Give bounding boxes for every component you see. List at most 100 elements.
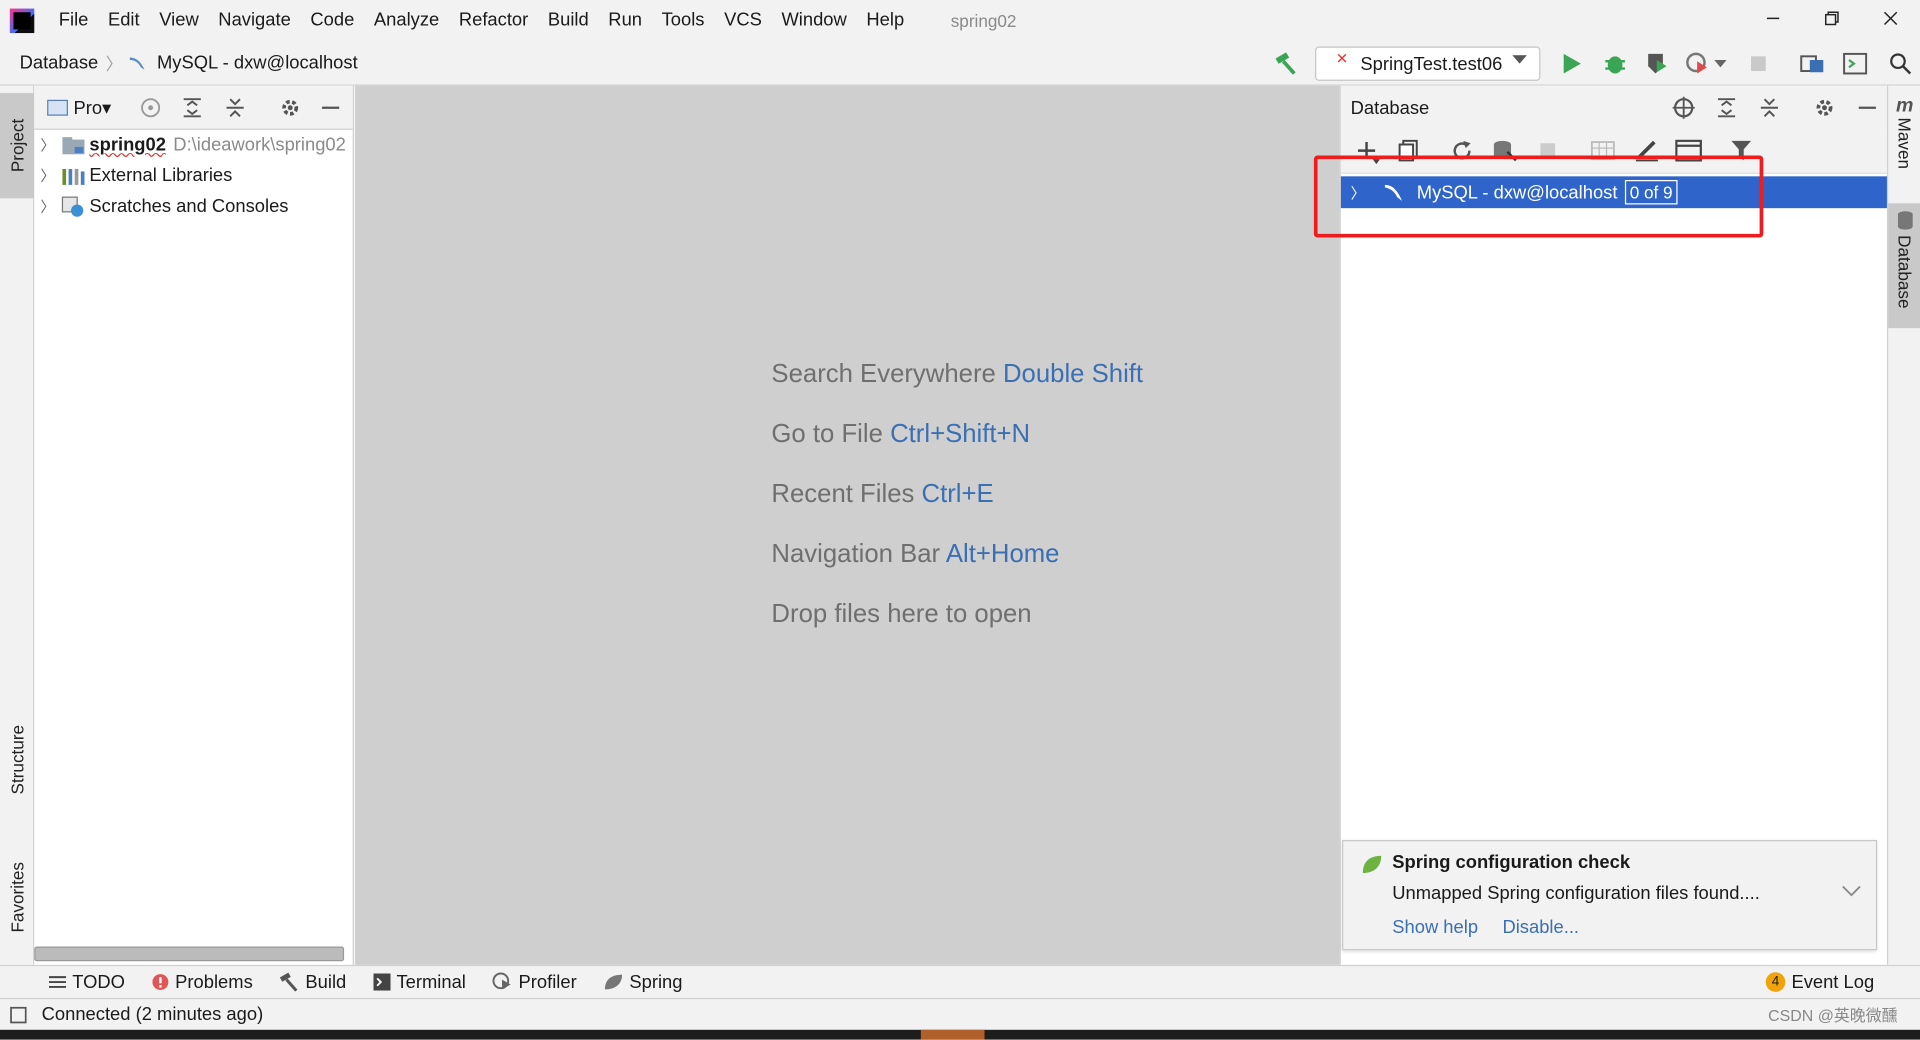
stop-icon[interactable] [1744,49,1773,78]
expand-all-icon[interactable] [181,96,203,118]
database-panel-header: Database [1340,85,1887,130]
horizontal-scrollbar[interactable] [34,946,345,962]
hint-drop-files: Drop files here to open [771,600,1031,629]
tab-structure-label: Structure [7,724,27,794]
tool-label: Problems [175,971,253,993]
menu-code[interactable]: Code [301,0,365,42]
hide-panel-icon[interactable] [321,97,341,117]
list-icon [48,975,67,990]
tool-terminal[interactable]: Terminal [373,971,466,993]
hint-shortcut: Alt+Home [945,540,1060,569]
run-icon[interactable] [1558,49,1587,78]
search-icon[interactable] [1886,49,1915,78]
libraries-icon [61,166,85,186]
chevron-right-icon[interactable]: 〉 [34,196,61,217]
collapse-all-icon[interactable] [224,96,246,118]
menu-run[interactable]: Run [599,0,652,42]
editor-empty-area[interactable]: Search Everywhere Double Shift Go to Fil… [355,85,1340,965]
terminal-window-icon[interactable] [1840,49,1869,78]
breadcrumb-database[interactable]: Database [12,53,105,74]
hint-shortcut: Double Shift [1002,360,1144,389]
tree-item-scratches[interactable]: 〉 Scratches and Consoles [34,191,352,222]
build-hammer-icon[interactable] [1271,49,1300,78]
database-icon [1896,211,1913,231]
event-count-badge: 4 [1765,972,1786,992]
terminal-icon [373,973,391,991]
gear-icon[interactable] [1813,97,1835,119]
menu-tools[interactable]: Tools [652,0,714,42]
tool-profiler[interactable]: Profiler [493,972,577,992]
restore-button[interactable] [1802,0,1861,37]
tab-maven[interactable]: m Maven [1888,96,1920,189]
close-button[interactable] [1861,0,1920,37]
tool-label: Build [305,971,347,993]
tab-favorites-label: Favorites [7,862,27,933]
project-view-icon [47,97,69,117]
tab-structure[interactable]: Structure [0,698,34,820]
menu-view[interactable]: View [149,0,208,42]
right-tool-stripe: m Maven Database [1886,85,1920,965]
notification-expand-icon[interactable] [1842,885,1862,897]
menu-help[interactable]: Help [857,0,914,42]
menu-analyze[interactable]: Analyze [364,0,449,42]
tree-item-external-libraries[interactable]: 〉 External Libraries [34,160,352,191]
tree-item-spring02[interactable]: 〉 spring02 D:\ideawork\spring02 [34,130,352,161]
chevron-right-icon[interactable]: 〉 [34,165,61,186]
taskbar-active-app[interactable] [920,1029,985,1040]
tab-database-label: Database [1894,235,1915,309]
project-path: D:\ideawork\spring02 [173,134,346,156]
menu-vcs[interactable]: VCS [714,0,771,42]
menu-refactor[interactable]: Refactor [449,0,538,42]
spring-notification-balloon: Spring configuration check Unmapped Spri… [1342,840,1878,951]
tool-spring[interactable]: Spring [604,972,682,992]
debug-icon[interactable] [1600,49,1629,78]
tool-todo[interactable]: TODO [48,972,125,992]
chevron-right-icon[interactable]: 〉 [34,135,61,156]
tool-label: Terminal [396,971,466,993]
tool-build[interactable]: Build [280,971,347,993]
maven-icon: m [1895,95,1914,117]
gear-icon[interactable] [279,96,301,118]
run-config-error-icon: ✕ [1335,50,1349,68]
menu-file[interactable]: File [49,0,98,42]
coverage-icon[interactable] [1642,49,1671,78]
notification-body: Unmapped Spring configuration files foun… [1392,882,1760,904]
menu-edit[interactable]: Edit [98,0,149,42]
tab-database[interactable]: Database [1888,203,1920,329]
disable-link[interactable]: Disable... [1502,917,1579,938]
bottom-tool-bar: TODO Problems Build Terminal Profiler Sp… [0,964,1920,998]
project-structure-icon[interactable] [1798,49,1827,78]
status-toggle-icon[interactable] [10,1006,27,1023]
hint-text: Go to File [771,420,883,449]
navigation-bar: Database 〉 MySQL - dxw@localhost [0,41,1920,86]
hint-shortcut: Ctrl+Shift+N [890,420,1031,449]
tool-event-log[interactable]: 4 Event Log [1765,971,1875,993]
menu-navigate[interactable]: Navigate [209,0,301,42]
tool-label: Event Log [1791,971,1875,993]
collapse-all-icon[interactable] [1758,97,1780,119]
expand-all-icon[interactable] [1716,97,1738,119]
spring-leaf-icon [604,973,624,990]
breadcrumb-separator-icon: 〉 [105,53,123,73]
locate-file-icon[interactable] [140,96,162,118]
hide-panel-icon[interactable] [1858,98,1878,118]
profile-icon[interactable] [1682,49,1711,78]
project-name: spring02 [89,134,166,156]
status-message: Connected (2 minutes ago) [41,1004,264,1025]
locate-icon[interactable] [1671,96,1695,120]
menu-build[interactable]: Build [538,0,598,42]
tree-item-label: External Libraries [89,165,233,187]
hint-navigation-bar: Navigation Bar Alt+Home [771,540,1059,569]
show-help-link[interactable]: Show help [1392,917,1478,938]
tool-problems[interactable]: Problems [152,971,253,993]
minimize-button[interactable] [1744,0,1803,37]
more-run-options-icon[interactable] [1712,49,1729,78]
tab-favorites[interactable]: Favorites [0,842,34,952]
mysql-dolphin-icon [128,53,150,73]
tab-project[interactable]: Project [0,93,35,199]
breadcrumb-connection[interactable]: MySQL - dxw@localhost [150,53,365,74]
tab-project-label: Project [7,119,27,173]
project-view-selector[interactable]: Pro▾ [73,96,111,118]
menu-window[interactable]: Window [772,0,857,42]
run-configuration-selector[interactable]: ✕ SpringTest.test06 [1315,46,1541,81]
